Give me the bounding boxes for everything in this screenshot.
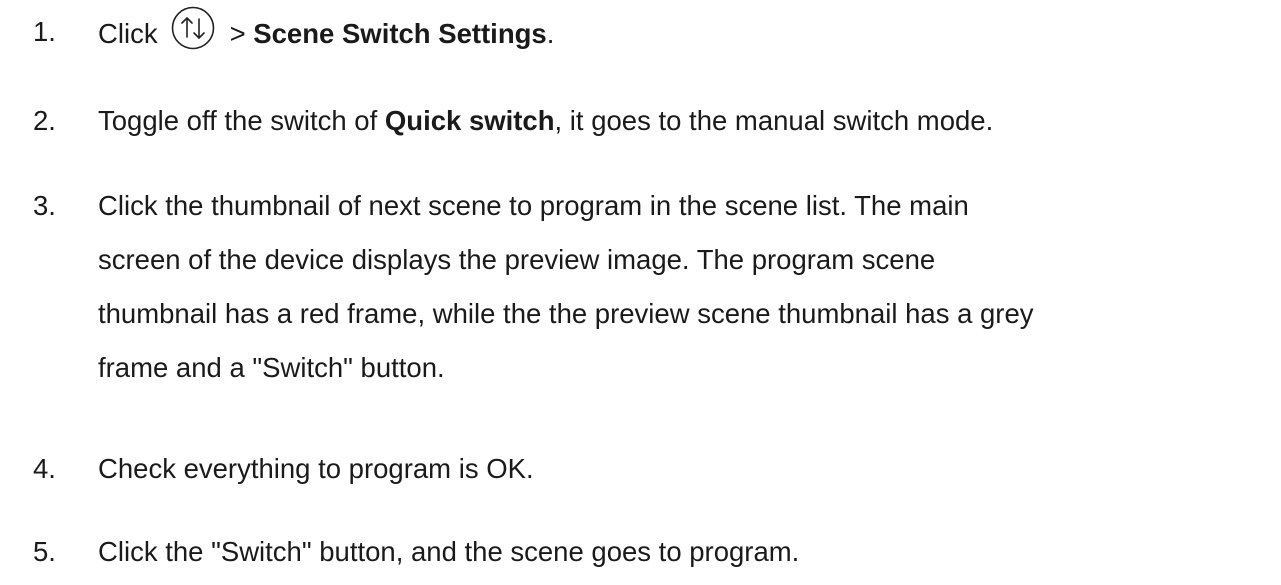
instruction-list: 1. Click > Scene Switch Settings. 2. Tog… (0, 0, 1281, 585)
step-number: 2. (33, 105, 56, 136)
menu-item-scene-switch-settings: Scene Switch Settings (253, 18, 547, 49)
up-down-arrows-circle-icon (170, 5, 216, 51)
step-text: Click the "Switch" button, and the scene… (98, 536, 800, 567)
step-text: Check everything to program is OK. (98, 453, 534, 484)
menu-separator: > (229, 18, 246, 49)
step-number: 4. (33, 453, 56, 484)
step-text-line: screen of the device displays the previe… (98, 244, 936, 275)
step-text-part: . (546, 18, 555, 49)
step-text: Click the thumbnail of next scene to pro… (98, 179, 1268, 395)
step-number: 3. (33, 190, 56, 221)
step-text-part: Toggle off the switch of (98, 105, 385, 136)
step-text-line: Click the thumbnail of next scene to pro… (98, 190, 969, 221)
step-text-line: frame and a "Switch" button. (98, 352, 445, 383)
quick-switch-label: Quick switch (384, 105, 555, 136)
step-text-part: Click (98, 18, 158, 49)
step-text: Click > Scene Switch Settings. (98, 5, 1268, 61)
step-text-part: , it goes to the manual switch mode. (554, 105, 994, 136)
step-number: 1. (33, 16, 56, 47)
step-text: Toggle off the switch of Quick switch, i… (98, 94, 1268, 148)
step-number: 5. (33, 536, 56, 567)
step-text-line: thumbnail has a red frame, while the the… (98, 298, 1034, 329)
